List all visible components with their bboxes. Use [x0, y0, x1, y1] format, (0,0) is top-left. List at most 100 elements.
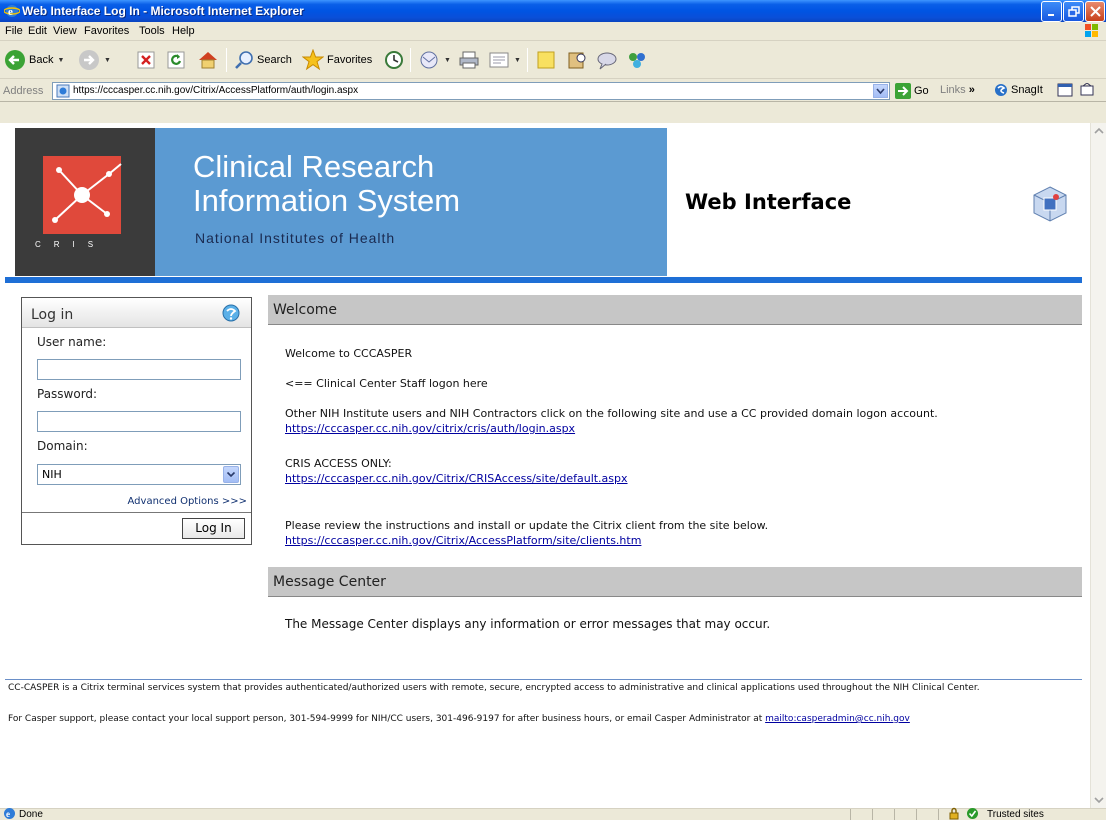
password-input[interactable]	[37, 411, 241, 432]
message-center-text: The Message Center displays any informat…	[285, 617, 771, 631]
windows-logo-icon	[1085, 24, 1098, 37]
close-button[interactable]	[1085, 1, 1105, 22]
menu-edit[interactable]: Edit	[28, 25, 47, 37]
svg-text:e: e	[8, 6, 13, 18]
refresh-button[interactable]	[167, 46, 185, 74]
minimize-icon	[1048, 14, 1054, 16]
snagit-icon	[995, 84, 1007, 96]
search-button[interactable]: Search	[234, 46, 292, 74]
web-interface-heading: Web Interface	[685, 190, 852, 214]
footer-description: CC-CASPER is a Citrix terminal services …	[8, 683, 980, 693]
links-toolbar[interactable]: Links »	[940, 84, 975, 96]
go-arrow-icon	[895, 83, 911, 99]
snagit-button[interactable]: SnagIt	[994, 83, 1095, 97]
password-label: Password:	[37, 387, 98, 401]
favorites-button[interactable]: Favorites	[302, 46, 372, 74]
close-icon	[1090, 6, 1101, 17]
address-label: Address	[3, 85, 44, 97]
messenger-button[interactable]	[596, 46, 618, 74]
cris-logo-icon	[43, 156, 122, 234]
address-input[interactable]: https://cccasper.cc.nih.gov/Citrix/Acces…	[52, 82, 890, 100]
welcome-text: Welcome to CCCASPER	[285, 347, 413, 360]
status-divider	[850, 809, 851, 820]
message-center-header: Message Center	[268, 567, 1082, 597]
welcome-title: Welcome	[273, 302, 338, 318]
go-button[interactable]: Go	[895, 83, 929, 99]
login-divider	[22, 512, 251, 513]
banner-divider	[5, 277, 1082, 283]
domain-select[interactable]: NIH	[37, 464, 241, 485]
address-bar: Address https://cccasper.cc.nih.gov/Citr…	[0, 80, 1106, 102]
window-title-bar[interactable]: e Web Interface Log In - Microsoft Inter…	[0, 0, 1106, 22]
banner-subtitle: National Institutes of Health	[195, 230, 396, 246]
search-icon	[235, 51, 253, 69]
toolbar-separator	[226, 48, 227, 72]
svg-text:e: e	[6, 809, 10, 819]
forward-button[interactable]: ▼	[78, 46, 111, 74]
menu-file[interactable]: File	[5, 25, 23, 37]
address-url: https://cccasper.cc.nih.gov/Citrix/Acces…	[73, 85, 359, 96]
refresh-icon	[167, 51, 185, 69]
staff-logon-text: <== Clinical Center Staff logon here	[285, 377, 488, 390]
username-label: User name:	[37, 335, 107, 349]
login-header: Log in	[22, 298, 251, 328]
history-button[interactable]	[384, 46, 404, 74]
support-email-link[interactable]: mailto:casperadmin@cc.nih.gov	[765, 714, 910, 724]
cris-login-link[interactable]: https://cccasper.cc.nih.gov/citrix/cris/…	[285, 422, 575, 435]
chevron-up-icon	[1094, 127, 1104, 134]
chevron-down-icon	[1094, 797, 1104, 804]
maximize-button[interactable]	[1063, 1, 1084, 22]
minimize-button[interactable]	[1041, 1, 1062, 22]
username-input[interactable]	[37, 359, 241, 380]
internet-explorer-icon: e	[4, 5, 20, 18]
cris-access-link[interactable]: https://cccasper.cc.nih.gov/Citrix/CRISA…	[285, 472, 628, 485]
standard-toolbar: Back ▼ ▼ Search Favorites ▼ ▼	[0, 41, 1106, 79]
status-divider	[894, 809, 895, 820]
menu-view[interactable]: View	[53, 25, 77, 37]
notes-button[interactable]	[536, 46, 556, 74]
advanced-options-link[interactable]: Advanced Options >>>	[128, 496, 247, 507]
support-text: For Casper support, please contact your …	[8, 714, 763, 724]
lock-icon[interactable]	[948, 807, 960, 820]
citrix-client-text: Please review the instructions and insta…	[285, 519, 769, 532]
domain-dropdown-button[interactable]	[223, 466, 239, 483]
footer-divider	[5, 679, 1082, 680]
banner-title-line2: Information System	[193, 183, 461, 218]
page-done-icon: e	[4, 808, 15, 819]
cris-access-text: CRIS ACCESS ONLY:	[285, 457, 392, 470]
research-button[interactable]	[566, 46, 588, 74]
scroll-up-button[interactable]	[1091, 123, 1106, 139]
window-title: Web Interface Log In - Microsoft Interne…	[22, 4, 304, 18]
print-button[interactable]	[458, 46, 480, 74]
snagit-window-icon[interactable]	[1057, 83, 1073, 97]
address-dropdown[interactable]	[873, 84, 888, 98]
vertical-scrollbar[interactable]	[1090, 123, 1106, 808]
cris-logo-text: CRIS	[35, 240, 107, 249]
mail-button[interactable]: ▼	[418, 46, 451, 74]
help-globe-icon[interactable]	[222, 304, 240, 322]
menu-favorites[interactable]: Favorites	[84, 25, 129, 37]
star-icon	[302, 49, 324, 71]
page-icon	[56, 84, 70, 98]
home-icon	[199, 52, 217, 69]
menu-tools[interactable]: Tools	[139, 25, 165, 37]
back-button[interactable]: Back ▼	[4, 46, 64, 74]
menu-help[interactable]: Help	[172, 25, 195, 37]
scroll-down-button[interactable]	[1091, 792, 1106, 808]
sticky-note-icon	[537, 51, 555, 69]
login-button[interactable]: Log In	[182, 518, 245, 539]
msn-button[interactable]	[626, 46, 648, 74]
trusted-sites-icon	[967, 808, 978, 819]
other-users-text: Other NIH Institute users and NIH Contra…	[285, 407, 938, 420]
footer-support: For Casper support, please contact your …	[8, 713, 1083, 725]
citrix-cube-icon	[1033, 186, 1067, 222]
edit-button[interactable]: ▼	[488, 46, 521, 74]
snagit-capture-icon[interactable]	[1079, 83, 1095, 97]
msn-people-icon	[629, 53, 645, 68]
banner-title-line1: Clinical Research	[193, 149, 435, 184]
home-button[interactable]	[197, 46, 219, 74]
welcome-header: Welcome	[268, 295, 1082, 325]
stop-button[interactable]	[137, 46, 155, 74]
edit-page-icon	[489, 52, 509, 68]
citrix-clients-link[interactable]: https://cccasper.cc.nih.gov/Citrix/Acces…	[285, 534, 641, 547]
